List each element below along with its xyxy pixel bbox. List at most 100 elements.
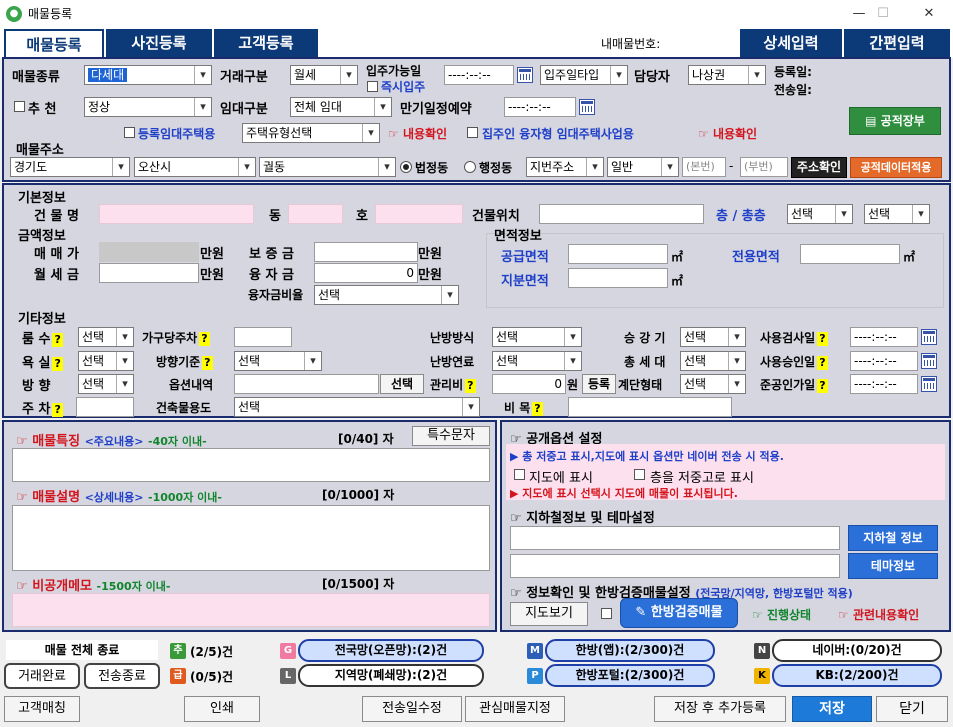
supply-area-field[interactable]	[568, 244, 668, 264]
public-ledger-button[interactable]: ▤ 공적장부	[849, 107, 941, 135]
special-char-button[interactable]: 특수문자	[412, 426, 490, 446]
confirm-content-link-1[interactable]: ☞ 내용확인	[388, 125, 447, 142]
options-field[interactable]	[234, 374, 379, 394]
all-end-label[interactable]: 매물 전체 종료	[6, 640, 158, 660]
close-window-button[interactable]: ✕	[906, 0, 952, 27]
movein-calendar-icon[interactable]	[517, 67, 533, 83]
deal-type-select[interactable]: 월세	[290, 65, 358, 85]
main-number-field[interactable]: (본번)	[682, 157, 726, 177]
loan-ratio-select[interactable]: 선택	[314, 285, 459, 305]
households-select[interactable]: 선택	[680, 351, 746, 371]
low-mid-high-checkbox[interactable]	[634, 469, 645, 480]
unit-ho-field[interactable]	[375, 204, 463, 224]
rooms-help-icon[interactable]: ?	[52, 333, 63, 347]
hanbang-app-button[interactable]: 한방(앱):(2/300)건	[545, 639, 715, 662]
direction-base-select[interactable]: 선택	[234, 351, 322, 371]
related-content-link[interactable]: ☞ 관련내용확인	[838, 606, 919, 623]
bath-select[interactable]: 선택	[78, 351, 134, 371]
national-network-button[interactable]: 전국망(오픈망):(2)건	[298, 639, 484, 662]
exclusive-area-field[interactable]	[800, 244, 900, 264]
bath-help-icon[interactable]: ?	[52, 357, 63, 371]
options-select-button[interactable]: 선택	[380, 374, 424, 394]
public-data-apply-button[interactable]: 공적데이터적용	[850, 157, 942, 178]
parking-help-icon[interactable]: ?	[52, 403, 63, 417]
favorite-button[interactable]: 관심매물지정	[465, 696, 565, 722]
save-and-add-button[interactable]: 저장 후 추가등록	[654, 696, 786, 722]
sido-select[interactable]: 경기도	[10, 157, 130, 177]
direction-base-help-icon[interactable]: ?	[202, 356, 213, 370]
usage-inspect-calendar-icon[interactable]	[921, 329, 937, 345]
tab-photo-register[interactable]: 사진등록	[106, 29, 212, 57]
recommend-select[interactable]: 정상	[84, 97, 212, 117]
verified-property-button[interactable]: ✎ 한방검증매물	[620, 598, 738, 628]
movein-type-select[interactable]: 입주일타입	[540, 65, 628, 85]
legal-dong-radio[interactable]	[400, 161, 412, 173]
save-button[interactable]: 저장	[792, 696, 872, 722]
floor-select[interactable]: 선택	[787, 204, 853, 224]
parking-per-help-icon[interactable]: ?	[199, 332, 210, 346]
elevator-select[interactable]: 선택	[680, 327, 746, 347]
sigungu-select[interactable]: 오산시	[134, 157, 256, 177]
deposit-field[interactable]	[314, 242, 418, 262]
land-share-field[interactable]	[568, 268, 668, 288]
property-type-select[interactable]: 다세대	[84, 65, 212, 85]
sale-price-field[interactable]	[99, 242, 199, 262]
expire-date-field[interactable]: ----:--:--	[504, 97, 576, 117]
deal-complete-button[interactable]: 거래완료	[4, 663, 80, 689]
lease-type-select[interactable]: 전체 임대	[290, 97, 392, 117]
tab-detail-input[interactable]: 상세입력	[740, 29, 842, 57]
parking-per-field[interactable]	[234, 327, 292, 347]
regional-network-button[interactable]: 지역망(폐쇄망):(2)건	[298, 664, 484, 687]
send-end-button[interactable]: 전송종료	[84, 663, 160, 689]
maximize-button[interactable]: ☐	[860, 0, 906, 27]
theme-info-button[interactable]: 테마정보	[848, 553, 938, 579]
landlord-loan-checkbox[interactable]	[467, 127, 478, 138]
address-kind-select[interactable]: 지번주소	[526, 157, 604, 177]
show-on-map-checkbox[interactable]	[514, 469, 525, 480]
completion-help-icon[interactable]: ?	[817, 379, 828, 393]
maintenance-register-button[interactable]: 등록	[582, 374, 616, 394]
loan-field[interactable]: 0	[314, 263, 418, 283]
immediate-movein-checkbox[interactable]	[367, 81, 378, 92]
feature-textarea[interactable]	[12, 448, 490, 482]
naver-button[interactable]: 네이버:(0/20)건	[772, 639, 942, 662]
theme-info-field[interactable]	[510, 554, 840, 578]
usage-inspect-field[interactable]: ----:--:--	[850, 327, 918, 347]
heating-method-select[interactable]: 선택	[492, 327, 582, 347]
confirm-content-link-2[interactable]: ☞ 내용확인	[698, 125, 757, 142]
total-floor-select[interactable]: 선택	[864, 204, 930, 224]
tab-simple-input[interactable]: 간편입력	[844, 29, 950, 57]
heating-fuel-select[interactable]: 선택	[492, 351, 582, 371]
movein-date-field[interactable]: ----:--:--	[444, 65, 514, 85]
admin-dong-radio[interactable]	[464, 161, 476, 173]
monthly-rent-field[interactable]	[99, 263, 199, 283]
print-button[interactable]: 인쇄	[184, 696, 260, 722]
house-type-select[interactable]: 주택유형선택	[242, 123, 380, 143]
kb-button[interactable]: KB:(2/200)건	[772, 664, 942, 687]
agent-select[interactable]: 나상권	[688, 65, 766, 85]
building-use-select[interactable]: 선택	[234, 397, 480, 417]
registered-lease-checkbox[interactable]	[124, 127, 135, 138]
private-memo-textarea[interactable]	[12, 593, 490, 627]
progress-status-link[interactable]: ☞ 진행상태	[752, 606, 811, 623]
maintenance-help-icon[interactable]: ?	[465, 379, 476, 393]
building-name-field[interactable]	[99, 204, 254, 224]
map-view-button[interactable]: 지도보기	[510, 602, 588, 626]
verify-checkbox[interactable]	[601, 608, 612, 619]
tab-customer-register[interactable]: 고객등록	[214, 29, 318, 57]
hanbang-portal-button[interactable]: 한방포털:(2/300)건	[545, 664, 715, 687]
approve-help-icon[interactable]: ?	[817, 356, 828, 370]
building-location-field[interactable]	[539, 204, 704, 224]
completion-calendar-icon[interactable]	[921, 376, 937, 392]
tab-property-register[interactable]: 매물등록	[4, 29, 104, 57]
send-date-edit-button[interactable]: 전송일수정	[362, 696, 462, 722]
dong-select[interactable]: 궐동	[259, 157, 396, 177]
stair-type-select[interactable]: 선택	[680, 374, 746, 394]
description-textarea[interactable]	[12, 505, 490, 571]
sub-number-field[interactable]: (부번)	[740, 157, 788, 177]
maintenance-fee-field[interactable]: 0	[492, 374, 566, 394]
recommend-checkbox[interactable]	[14, 101, 25, 112]
address-general-select[interactable]: 일반	[607, 157, 679, 177]
direction-select[interactable]: 선택	[78, 374, 134, 394]
expire-calendar-icon[interactable]	[579, 99, 595, 115]
